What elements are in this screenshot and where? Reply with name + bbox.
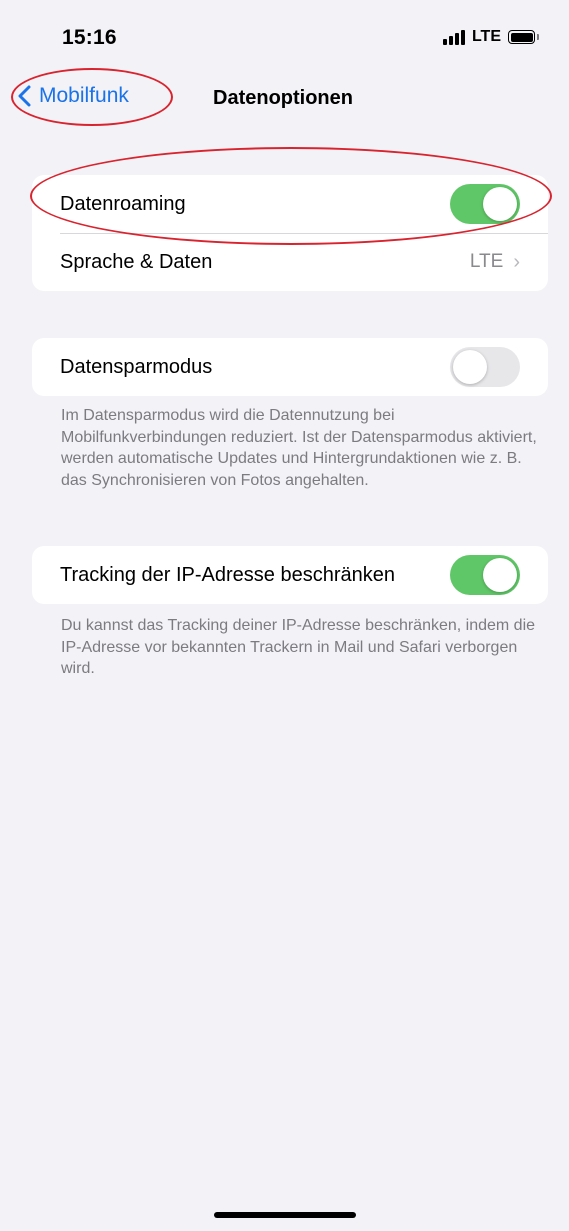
chevron-right-icon: › [513, 250, 520, 273]
ip-tracking-label: Tracking der IP-Adresse beschränken [60, 563, 395, 586]
ip-tracking-footnote: Du kannst das Tracking deiner IP-Adresse… [61, 617, 536, 677]
roaming-group: Datenroaming Sprache & Daten LTE › [32, 175, 548, 291]
voice-data-value: LTE [469, 251, 504, 272]
data-roaming-toggle[interactable] [450, 184, 520, 224]
back-button[interactable]: Mobilfunk [18, 84, 129, 108]
status-time: 15:16 [62, 26, 117, 49]
low-data-toggle[interactable] [450, 347, 520, 387]
voice-data-label: Sprache & Daten [60, 250, 213, 273]
page-title: Datenoptionen [213, 87, 353, 109]
navigation-bar: Mobilfunk Datenoptionen [0, 70, 569, 130]
status-indicators: LTE [442, 28, 539, 46]
ip-tracking-toggle[interactable] [450, 555, 520, 595]
ip-tracking-group: Tracking der IP-Adresse beschränken [32, 546, 548, 604]
screen: 15:16 LTE Mobilfunk Datenoptionen Datenr… [0, 0, 569, 1231]
back-button-label: Mobilfunk [39, 84, 129, 107]
low-data-label: Datensparmodus [60, 355, 213, 378]
chevron-left-icon [18, 85, 31, 107]
cellular-signal-icon [442, 29, 465, 45]
low-data-group: Datensparmodus [32, 338, 548, 396]
ip-tracking-row: Tracking der IP-Adresse beschränken [32, 546, 548, 604]
home-indicator[interactable] [214, 1212, 356, 1218]
data-roaming-label: Datenroaming [60, 192, 186, 215]
battery-icon [508, 30, 539, 44]
network-type: LTE [471, 28, 501, 45]
voice-data-row[interactable]: Sprache & Daten LTE › [32, 233, 548, 291]
low-data-footnote: Im Datensparmodus wird die Datennutzung … [61, 407, 537, 489]
status-bar: 15:16 LTE [0, 0, 569, 60]
low-data-row: Datensparmodus [32, 338, 548, 396]
data-roaming-row: Datenroaming [32, 175, 548, 233]
